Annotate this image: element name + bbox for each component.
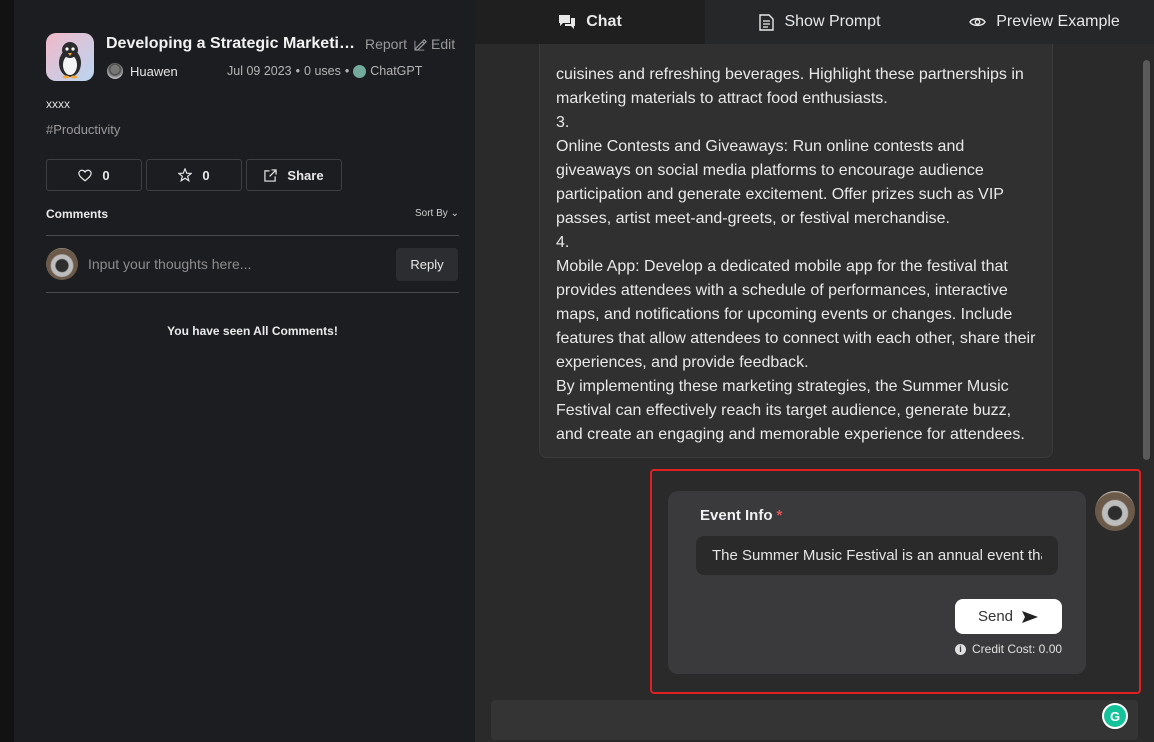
meta-separator: • bbox=[344, 64, 350, 78]
share-icon bbox=[264, 168, 278, 182]
message-paragraph: cuisines and refreshing beverages. Highl… bbox=[556, 66, 1024, 107]
sort-by-dropdown[interactable]: Sort By ⌄ bbox=[415, 208, 459, 219]
credit-cost-text: Credit Cost: 0.00 bbox=[972, 642, 1063, 656]
user-avatar bbox=[1095, 491, 1135, 531]
tab-preview-example-label: Preview Example bbox=[996, 13, 1120, 30]
grammarly-icon[interactable]: G bbox=[1102, 703, 1128, 729]
chat-scrollbar[interactable] bbox=[1143, 60, 1150, 460]
message-paragraph: 3. bbox=[556, 114, 570, 131]
required-mark: * bbox=[776, 507, 783, 524]
current-user-avatar bbox=[46, 248, 78, 280]
eye-icon bbox=[969, 17, 986, 27]
tab-show-prompt-label: Show Prompt bbox=[784, 13, 881, 30]
assistant-message-text: cuisines and refreshing beverages. Highl… bbox=[556, 63, 1041, 447]
prompt-details-panel: Developing a Strategic Marketing Plan fo… bbox=[14, 0, 475, 742]
prompt-uses: 0 uses bbox=[304, 64, 341, 78]
message-paragraph: Mobile App: Develop a dedicated mobile a… bbox=[556, 258, 1036, 371]
share-button[interactable]: Share bbox=[246, 159, 342, 191]
report-link[interactable]: Report bbox=[365, 36, 407, 52]
event-info-label-text: Event Info bbox=[700, 507, 773, 524]
tab-bar: Chat Show Prompt Preview Example bbox=[475, 0, 1154, 44]
comments-heading: Comments bbox=[46, 207, 109, 221]
favorite-count: 0 bbox=[202, 167, 210, 183]
comments-divider-bottom bbox=[46, 292, 459, 293]
chat-input-bar[interactable] bbox=[491, 700, 1138, 740]
chat-panel: Chat Show Prompt Preview Example cuisine… bbox=[475, 0, 1154, 742]
author-name[interactable]: Huawen bbox=[130, 64, 178, 79]
chat-icon bbox=[559, 15, 576, 29]
reply-button[interactable]: Reply bbox=[396, 248, 458, 281]
heart-icon bbox=[78, 169, 93, 182]
tab-chat[interactable]: Chat bbox=[475, 0, 705, 44]
message-paragraph: 4. bbox=[556, 234, 570, 251]
author-avatar[interactable] bbox=[107, 63, 123, 79]
prompt-description: xxxx bbox=[46, 97, 70, 111]
prompt-date: Jul 09 2023 bbox=[227, 64, 292, 78]
penguin-icon bbox=[59, 42, 81, 79]
comment-input[interactable] bbox=[88, 248, 388, 280]
edit-label: Edit bbox=[431, 36, 456, 52]
tab-show-prompt[interactable]: Show Prompt bbox=[705, 0, 935, 44]
prompt-meta: Jul 09 2023 • 0 uses • ChatGPT bbox=[227, 64, 422, 78]
send-icon bbox=[1022, 610, 1039, 623]
meta-separator: • bbox=[295, 64, 301, 78]
assistant-message: cuisines and refreshing beverages. Highl… bbox=[539, 44, 1053, 458]
info-icon: i bbox=[955, 643, 966, 655]
event-info-label: Event Info * bbox=[700, 507, 782, 524]
like-button[interactable]: 0 bbox=[46, 159, 142, 191]
event-info-input[interactable] bbox=[696, 536, 1058, 575]
chevron-down-icon: ⌄ bbox=[450, 208, 459, 219]
prompt-title: Developing a Strategic Marketing Plan fo… bbox=[106, 35, 356, 52]
sort-by-label: Sort By bbox=[415, 208, 448, 219]
star-icon bbox=[178, 168, 193, 182]
credit-cost: i Credit Cost: 0.00 bbox=[955, 642, 1062, 656]
tab-preview-example[interactable]: Preview Example bbox=[935, 0, 1154, 44]
edit-icon bbox=[414, 38, 427, 51]
all-comments-seen-text: You have seen All Comments! bbox=[167, 324, 338, 338]
prompt-tag[interactable]: #Productivity bbox=[46, 122, 120, 137]
favorite-button[interactable]: 0 bbox=[146, 159, 242, 191]
app-root: Developing a Strategic Marketing Plan fo… bbox=[0, 0, 1154, 742]
like-count: 0 bbox=[102, 167, 110, 183]
prompt-avatar bbox=[46, 33, 94, 81]
comments-divider-top bbox=[46, 235, 459, 236]
send-button[interactable]: Send bbox=[955, 599, 1062, 634]
message-paragraph: By implementing these marketing strategi… bbox=[556, 378, 1025, 443]
send-label: Send bbox=[977, 608, 1014, 625]
prompt-model: ChatGPT bbox=[370, 64, 423, 78]
chatgpt-icon bbox=[353, 64, 367, 78]
left-edge-strip bbox=[0, 0, 14, 742]
prompt-input-form: Event Info* Send i Credit Cost: 0.00 bbox=[668, 491, 1086, 674]
share-label: Share bbox=[287, 167, 324, 183]
tab-chat-label: Chat bbox=[586, 13, 622, 30]
document-icon bbox=[759, 13, 775, 31]
edit-link[interactable]: Edit bbox=[414, 36, 455, 52]
message-paragraph: Online Contests and Giveaways: Run onlin… bbox=[556, 138, 1004, 227]
